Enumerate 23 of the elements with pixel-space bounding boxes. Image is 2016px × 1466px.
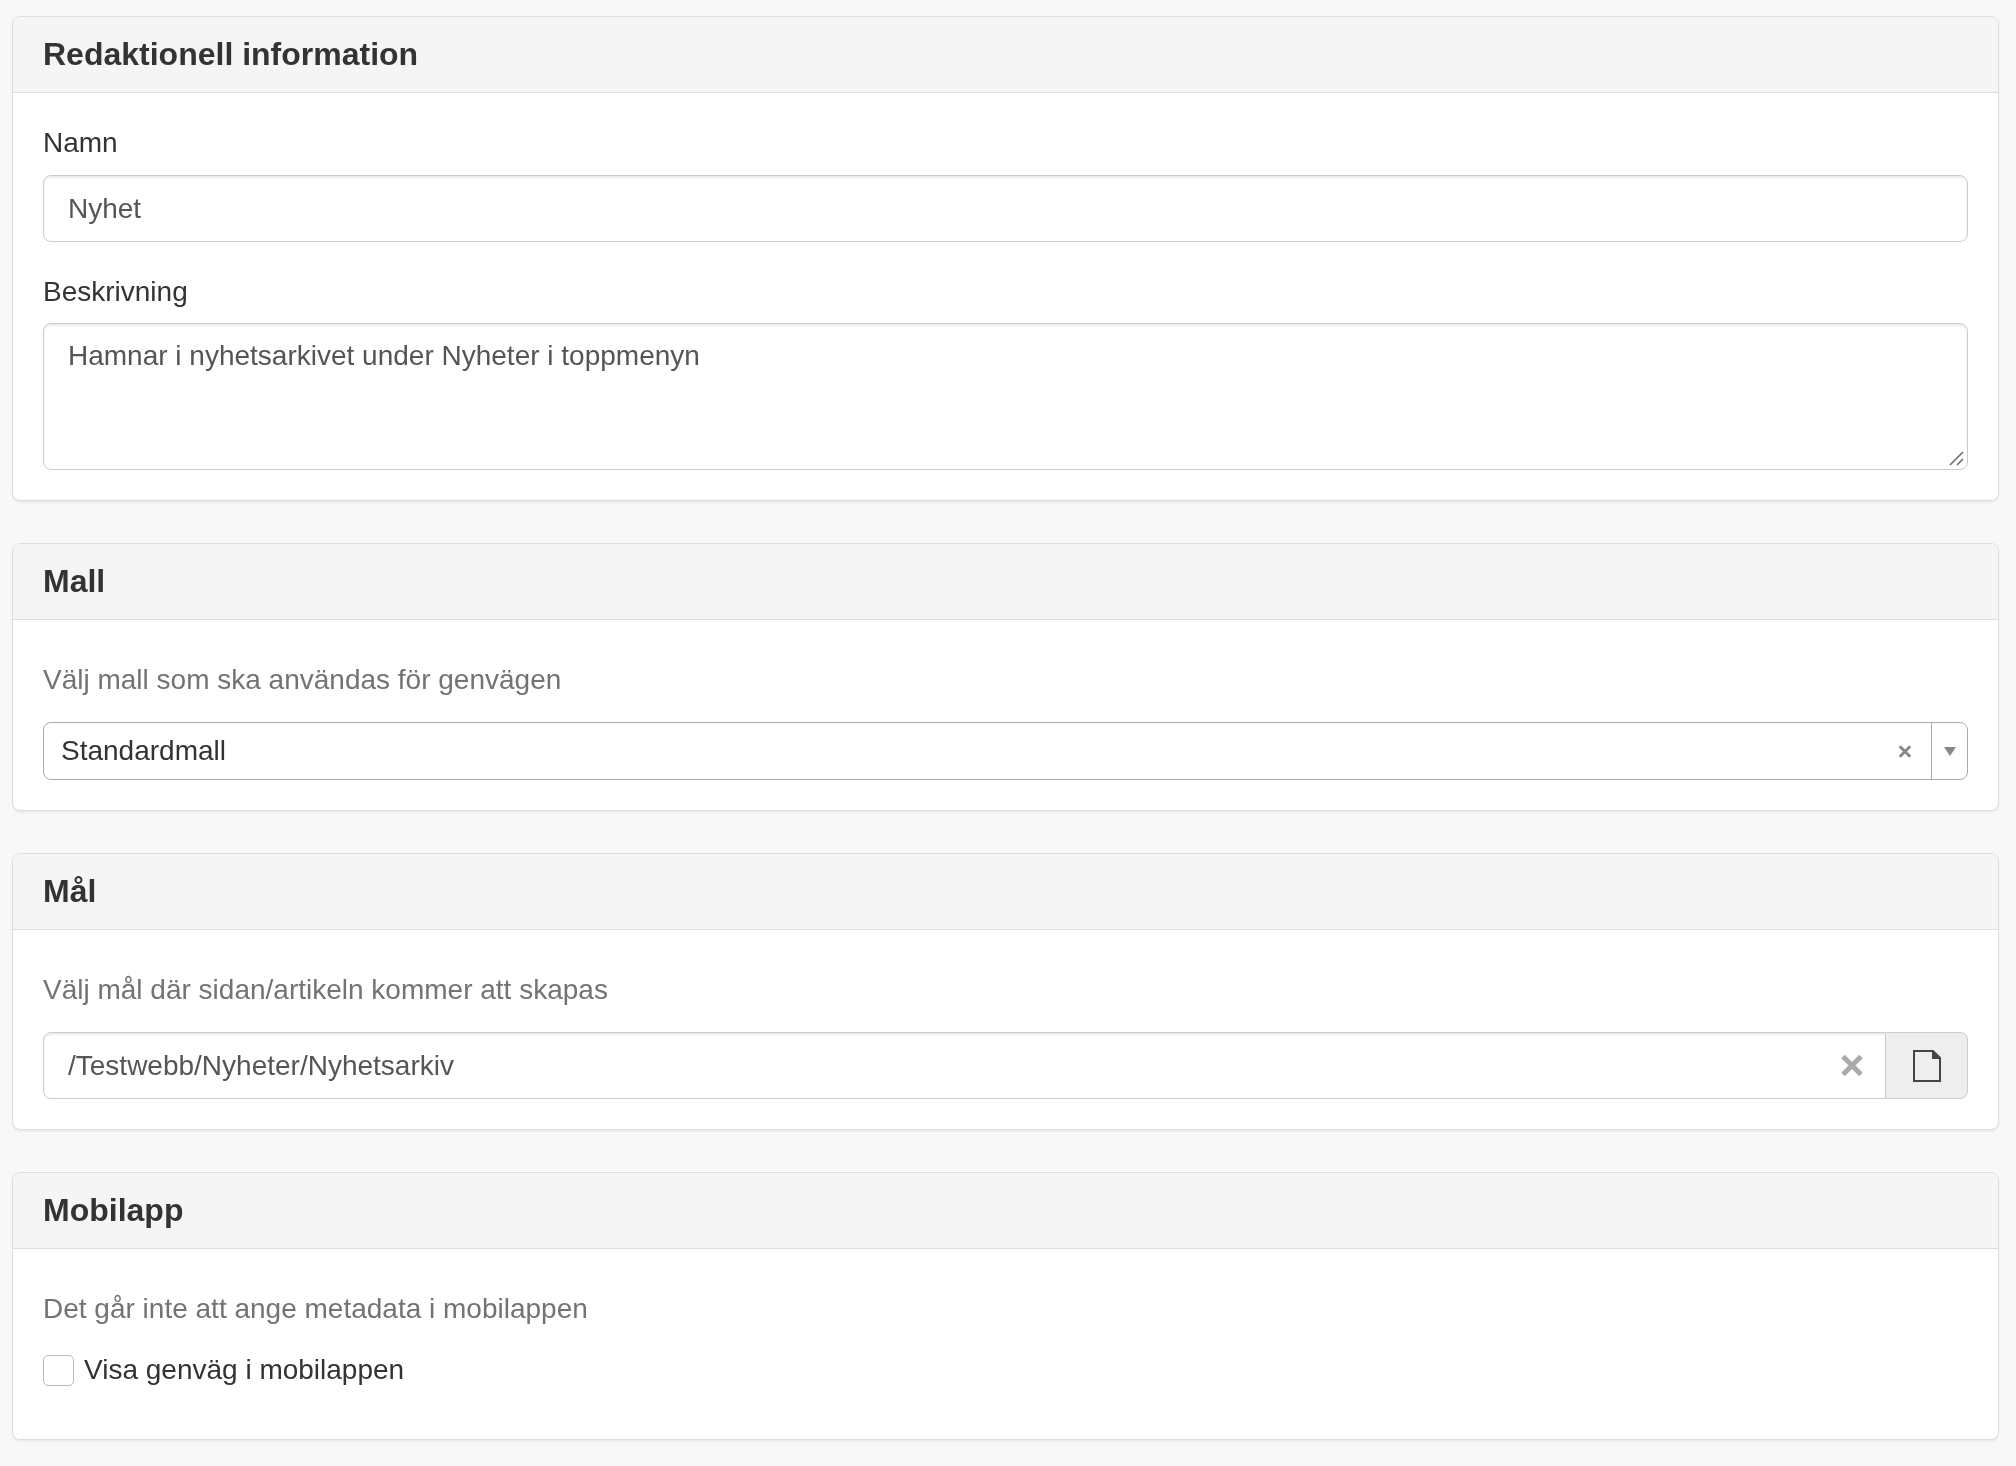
help-text: Välj mall som ska användas för genvägen xyxy=(43,663,563,697)
description-field[interactable]: Hamnar i nyhetsarkivet under Nyheter i toppmenyn xyxy=(43,323,1968,470)
panel-title: Mobilapp xyxy=(43,1193,185,1228)
close-icon xyxy=(1840,1053,1864,1078)
name-field[interactable]: Nyhet xyxy=(43,175,1968,242)
clear-button[interactable] xyxy=(1898,743,1912,759)
field-label: Namn xyxy=(43,126,119,160)
close-icon xyxy=(1898,743,1912,759)
help-text: Välj mål där sidan/artikeln kommer att skapas xyxy=(43,973,609,1007)
template-select[interactable]: Standardmall xyxy=(43,722,1968,780)
panel-title: Mall xyxy=(43,564,107,599)
target-field[interactable]: /Testwebb/Nyheter/Nyhetsarkiv xyxy=(43,1032,1886,1099)
browse-button[interactable] xyxy=(1886,1032,1968,1099)
panel-title: Redaktionell information xyxy=(43,37,420,72)
checkbox-label[interactable]: Visa genväg i mobilappen xyxy=(84,1350,405,1390)
field-label: Beskrivning xyxy=(43,275,189,309)
caret-down-icon xyxy=(1943,746,1956,756)
checkbox[interactable] xyxy=(43,1354,74,1386)
file-icon xyxy=(1912,1049,1941,1082)
panel-title: Mål xyxy=(43,874,98,909)
help-text: Det går inte att ange metadata i mobilappen xyxy=(43,1292,589,1326)
resize-grip-icon[interactable] xyxy=(1949,451,1964,466)
clear-button[interactable] xyxy=(1840,1053,1864,1078)
